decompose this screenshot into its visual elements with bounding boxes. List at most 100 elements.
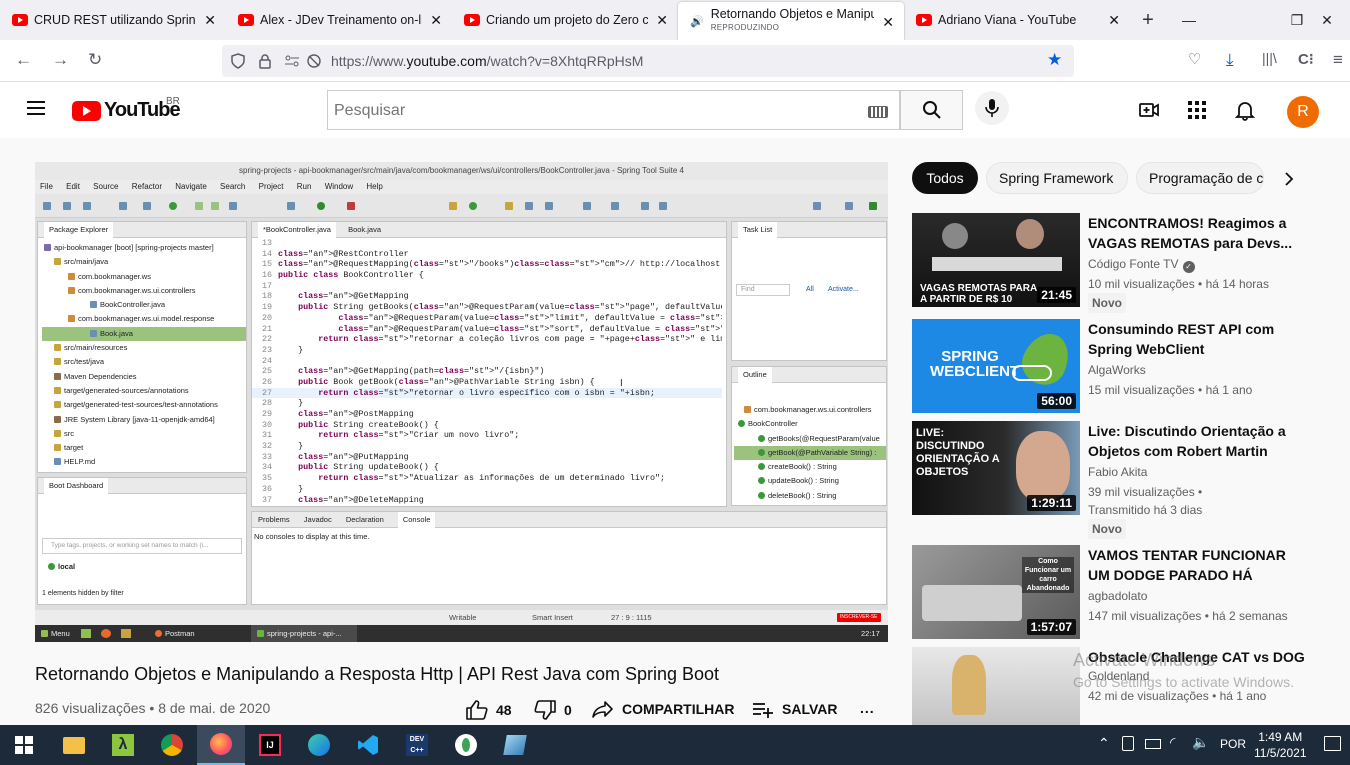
taskbar-notes-app[interactable] — [491, 725, 539, 765]
video-thumbnail[interactable]: Como Funcionar um carro Abandonado 1:57:… — [912, 545, 1080, 639]
upload-age: há 14 horas — [1205, 277, 1269, 291]
extension-icon[interactable]: C⁝ — [1298, 50, 1314, 68]
taskbar-vscode[interactable] — [344, 725, 392, 765]
browser-tab[interactable]: Adriano Viana - YouTube ✕ — [904, 0, 1130, 40]
shield-icon[interactable] — [230, 53, 246, 69]
taskbar-devcpp[interactable]: DEV C++ — [393, 725, 441, 765]
create-video-icon[interactable] — [1138, 99, 1160, 121]
toolbar-icon — [63, 202, 71, 210]
close-icon[interactable]: ✕ — [204, 12, 216, 29]
browser-tab[interactable]: CRUD REST utilizando Spring Bo ✕ — [0, 0, 226, 40]
ide-menu-item: Navigate — [175, 182, 207, 191]
taskbar-firefox[interactable] — [197, 725, 245, 765]
related-channel[interactable]: agbadolato — [1088, 589, 1147, 603]
chevron-right-icon[interactable] — [1282, 171, 1296, 187]
browser-tab-active[interactable]: 🔊 Retornando Objetos e Manipul REPRODUZI… — [678, 2, 904, 40]
address-bar[interactable]: https://www.youtube.com/watch?v=8XhtqRRp… — [222, 45, 1074, 77]
video-thumbnail[interactable]: VAGAS REMOTAS PARA A PARTIR DE R$ 10 21:… — [912, 213, 1080, 307]
video-thumbnail[interactable]: LIVE: DISCUTINDO ORIENTAÇÃO A OBJETOS 1:… — [912, 421, 1080, 515]
browser-tab[interactable]: Alex - JDev Treinamento on-line ✕ — [226, 0, 452, 40]
video-player[interactable]: spring-projects - api-bookmanager/src/ma… — [35, 162, 888, 642]
search-button[interactable] — [900, 90, 963, 130]
youtube-logo[interactable]: YouTube BR — [72, 96, 181, 122]
pocket-icon[interactable]: ♡ — [1188, 50, 1201, 68]
chip-spring-framework[interactable]: Spring Framework — [986, 162, 1128, 194]
taskbar-lambda-app[interactable]: λ — [99, 725, 147, 765]
related-channel[interactable]: Código Fonte TV ✓ — [1088, 257, 1195, 273]
taskbar-intellij[interactable]: IJ — [246, 725, 294, 765]
close-icon[interactable]: ✕ — [656, 12, 668, 29]
apps-grid-icon[interactable] — [1186, 99, 1208, 121]
devcpp-icon: DEV C++ — [406, 734, 428, 756]
wifi-icon[interactable]: ◜ — [1170, 734, 1175, 751]
permissions-icon[interactable] — [284, 53, 300, 69]
reload-icon[interactable]: ↻ — [88, 50, 102, 70]
battery-icon[interactable] — [1145, 739, 1161, 749]
volume-icon[interactable]: 🔈 — [1192, 734, 1209, 751]
notifications-icon[interactable] — [1324, 736, 1341, 751]
related-video-item[interactable]: VAGAS REMOTAS PARA A PARTIR DE R$ 10 21:… — [912, 213, 1332, 313]
start-button[interactable] — [0, 725, 48, 765]
task-find-input: Find — [736, 284, 790, 296]
keyboard-icon[interactable] — [868, 106, 888, 118]
dislike-button[interactable]: 0 — [534, 700, 572, 720]
related-video-item[interactable]: LIVE: DISCUTINDO ORIENTAÇÃO A OBJETOS 1:… — [912, 421, 1332, 541]
related-title[interactable]: VAMOS TENTAR FUNCIONAR UM DODGE PARADO H… — [1088, 545, 1308, 585]
related-title[interactable]: ENCONTRAMOS! Reagimos a VAGAS REMOTAS pa… — [1088, 213, 1308, 253]
menu-icon[interactable]: ≡ — [1333, 50, 1343, 70]
taskbar-edge[interactable] — [295, 725, 343, 765]
browser-tab[interactable]: Criando um projeto do Zero co ✕ — [452, 0, 678, 40]
window-close-button[interactable]: ✕ — [1304, 0, 1350, 40]
related-channel[interactable]: AlgaWorks — [1088, 363, 1146, 377]
notifications-bell-icon[interactable] — [1234, 99, 1256, 121]
close-icon[interactable]: ✕ — [882, 14, 894, 31]
share-button[interactable]: COMPARTILHAR — [592, 700, 735, 718]
system-clock[interactable]: 1:49 AM 11/5/2021 — [1254, 729, 1307, 761]
autoplay-blocked-icon[interactable] — [306, 53, 322, 69]
like-button[interactable]: 48 — [466, 700, 512, 720]
search-input[interactable]: Pesquisar — [327, 90, 900, 130]
library-icon[interactable]: |||\ — [1262, 50, 1277, 66]
taskbar-file-explorer[interactable] — [50, 725, 98, 765]
line-number: 33 — [261, 451, 272, 462]
download-icon[interactable]: ⤓ — [1226, 50, 1234, 70]
chip-all[interactable]: Todos — [912, 162, 978, 194]
close-icon[interactable]: ✕ — [1108, 12, 1120, 29]
related-video-item[interactable]: SPRING WEBCLIENT 56:00 Consumindo REST A… — [912, 319, 1332, 415]
related-channel[interactable]: Fabio Akita — [1088, 465, 1147, 479]
input-language[interactable]: POR — [1220, 737, 1246, 751]
save-button[interactable]: SALVAR — [752, 700, 837, 718]
windows-taskbar: λ IJ DEV C++ ⌃ ◜ 🔈 POR 1:49 AM 11/5/2021 — [0, 725, 1350, 765]
forward-icon[interactable]: → — [52, 50, 69, 70]
minimize-button[interactable]: — — [1166, 0, 1212, 40]
video-thumbnail[interactable] — [912, 647, 1080, 725]
sts-label: spring-projects - api-... — [267, 629, 342, 638]
bookmark-star-icon[interactable]: ★ — [1047, 50, 1062, 70]
avatar[interactable]: R — [1287, 96, 1319, 128]
more-actions-button[interactable]: ... — [860, 700, 875, 716]
close-icon[interactable]: ✕ — [430, 12, 442, 29]
new-tab-button[interactable]: + — [1130, 0, 1166, 40]
line-number: 14 — [261, 248, 272, 259]
taskbar-chrome[interactable] — [148, 725, 196, 765]
meet-now-icon[interactable] — [1122, 736, 1134, 751]
speaker-icon[interactable]: 🔊 — [690, 15, 704, 28]
show-hidden-icons-icon[interactable]: ⌃ — [1098, 735, 1110, 752]
chip-programacao[interactable]: Programação de c — [1136, 162, 1264, 194]
voice-search-button[interactable] — [975, 91, 1009, 125]
line-number: 24 — [261, 355, 272, 366]
car-shape — [922, 585, 1022, 621]
video-thumbnail[interactable]: SPRING WEBCLIENT 56:00 — [912, 319, 1080, 413]
code-line: 14 class="an">@RestController — [252, 249, 722, 260]
taskbar-spring-app[interactable] — [442, 725, 490, 765]
related-video-item[interactable]: Como Funcionar um carro Abandonado 1:57:… — [912, 545, 1332, 641]
lock-icon[interactable] — [258, 53, 272, 69]
package-icon — [68, 286, 75, 294]
related-title[interactable]: Live: Discutindo Orientação a Objetos co… — [1088, 421, 1308, 461]
back-icon[interactable]: ← — [15, 50, 32, 70]
related-title[interactable]: Consumindo REST API com Spring WebClient — [1088, 319, 1308, 359]
url-text[interactable]: https://www.youtube.com/watch?v=8XhtqRRp… — [331, 53, 643, 69]
code-text: return class="st">"Atualizar as informaç… — [318, 473, 666, 484]
console-panel: Problems Javadoc Declaration Console No … — [251, 511, 887, 605]
guide-menu-icon[interactable] — [27, 101, 45, 115]
